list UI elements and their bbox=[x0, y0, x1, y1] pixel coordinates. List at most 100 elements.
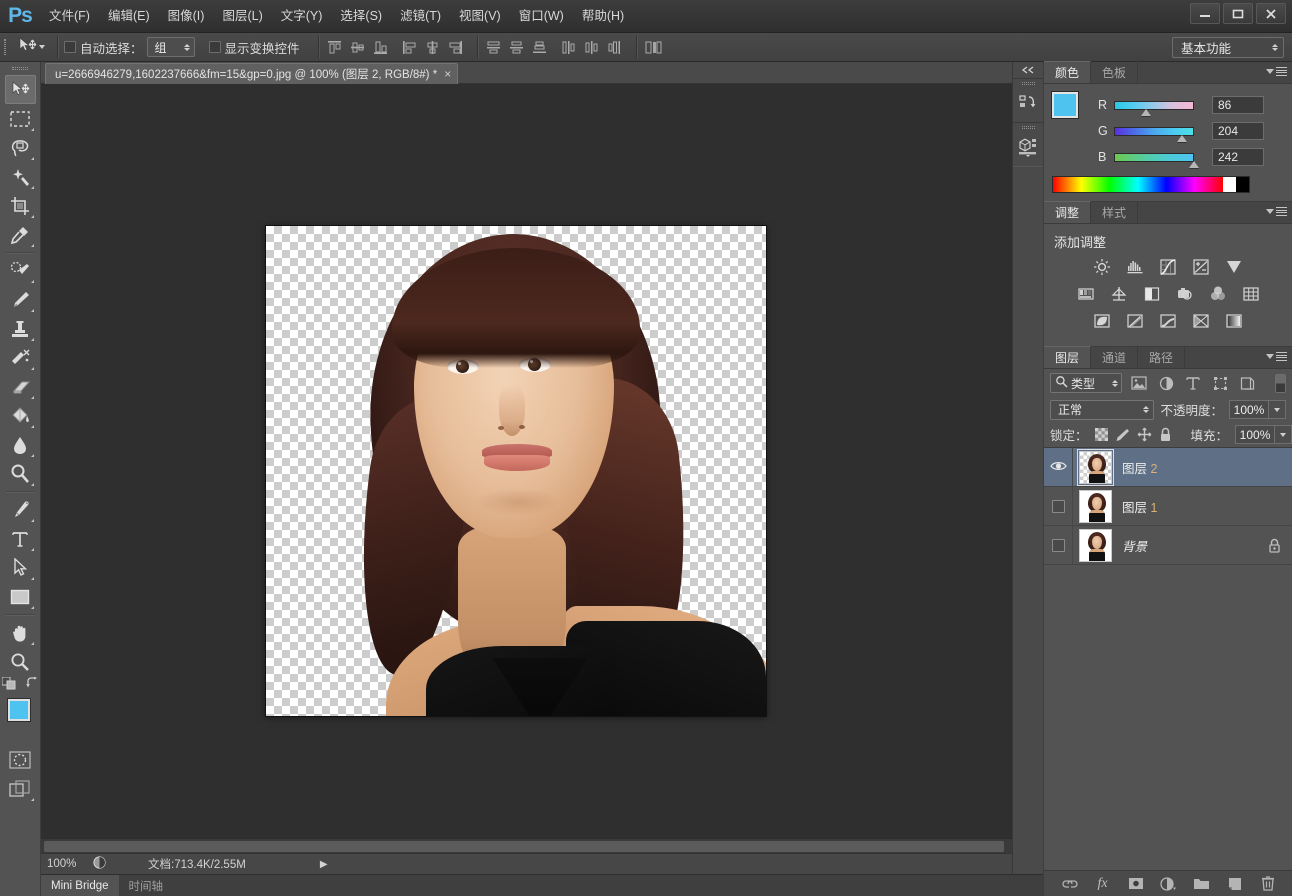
table-row[interactable]: 图层 1 bbox=[1044, 486, 1292, 526]
lock-all-icon[interactable] bbox=[1159, 426, 1172, 443]
filter-pixel-icon[interactable] bbox=[1129, 373, 1149, 393]
panel-menu-icon[interactable] bbox=[1266, 207, 1287, 216]
align-left-edges-icon[interactable] bbox=[400, 38, 419, 57]
vibrance-icon[interactable] bbox=[1224, 257, 1244, 277]
tab-timeline[interactable]: 时间轴 bbox=[119, 875, 174, 896]
table-row[interactable]: 背景 bbox=[1044, 525, 1292, 565]
horizontal-type-tool[interactable] bbox=[5, 524, 36, 553]
filter-type-icon[interactable] bbox=[1183, 373, 1203, 393]
fill-value-field[interactable]: 100% bbox=[1235, 425, 1276, 444]
filter-smart-object-icon[interactable] bbox=[1237, 373, 1257, 393]
delete-layer-icon[interactable] bbox=[1259, 875, 1277, 893]
auto-align-layers-icon[interactable] bbox=[643, 37, 665, 57]
red-slider-thumb[interactable] bbox=[1141, 108, 1151, 116]
layer-visibility-cell[interactable] bbox=[1044, 447, 1073, 487]
document-tab[interactable]: u=2666946279,1602237666&fm=15&gp=0.jpg @… bbox=[45, 63, 459, 84]
layer-filter-kind-dropdown[interactable]: 类型 bbox=[1050, 373, 1122, 393]
green-slider-thumb[interactable] bbox=[1177, 134, 1187, 142]
posterize-icon[interactable] bbox=[1125, 311, 1145, 331]
lasso-tool[interactable] bbox=[5, 133, 36, 162]
green-slider-track[interactable] bbox=[1114, 126, 1194, 142]
tab-swatches[interactable]: 色板 bbox=[1091, 61, 1139, 83]
hue-saturation-icon[interactable] bbox=[1076, 284, 1096, 304]
exposure-icon[interactable] bbox=[1191, 257, 1211, 277]
color-lookup-icon[interactable] bbox=[1241, 284, 1261, 304]
new-layer-icon[interactable] bbox=[1226, 875, 1244, 893]
black-white-icon[interactable] bbox=[1142, 284, 1162, 304]
gradient-map-icon[interactable] bbox=[1224, 311, 1244, 331]
layer-style-fx-icon[interactable]: fx bbox=[1094, 875, 1112, 893]
dodge-tool[interactable] bbox=[5, 459, 36, 488]
new-group-icon[interactable] bbox=[1193, 875, 1211, 893]
eye-icon[interactable] bbox=[1049, 460, 1067, 475]
blend-mode-dropdown[interactable]: 正常 bbox=[1050, 399, 1155, 420]
menu-filter[interactable]: 滤镜(T) bbox=[391, 5, 450, 27]
layer-name[interactable]: 背景 bbox=[1122, 536, 1147, 555]
rectangular-marquee-tool[interactable] bbox=[5, 104, 36, 133]
clone-stamp-tool[interactable] bbox=[5, 314, 36, 343]
menu-select[interactable]: 选择(S) bbox=[331, 5, 391, 27]
align-vertical-centers-icon[interactable] bbox=[348, 38, 367, 57]
color-spectrum-ramp[interactable] bbox=[1052, 176, 1250, 193]
menu-image[interactable]: 图像(I) bbox=[159, 5, 214, 27]
dock-group-grip[interactable] bbox=[1013, 79, 1043, 88]
blue-slider-track[interactable] bbox=[1114, 152, 1199, 168]
blue-slider-thumb[interactable] bbox=[1189, 160, 1199, 168]
brush-tool[interactable] bbox=[5, 285, 36, 314]
photo-filter-icon[interactable] bbox=[1175, 284, 1195, 304]
auto-select-checkbox[interactable] bbox=[64, 41, 76, 53]
levels-icon[interactable] bbox=[1125, 257, 1145, 277]
blur-tool[interactable] bbox=[5, 430, 36, 459]
tab-styles[interactable]: 样式 bbox=[1091, 201, 1139, 223]
history-brush-tool[interactable] bbox=[5, 343, 36, 372]
close-button[interactable] bbox=[1256, 3, 1286, 24]
spot-healing-brush-tool[interactable] bbox=[5, 256, 36, 285]
opacity-value-field[interactable]: 100% bbox=[1229, 400, 1269, 419]
lock-position-icon[interactable] bbox=[1137, 426, 1152, 443]
opacity-slider-chevron-down-icon[interactable] bbox=[1269, 400, 1286, 419]
maximize-button[interactable] bbox=[1223, 3, 1253, 24]
brightness-contrast-icon[interactable] bbox=[1092, 257, 1112, 277]
tool-preset-chevron-down-icon[interactable] bbox=[39, 45, 45, 49]
align-right-edges-icon[interactable] bbox=[446, 38, 465, 57]
current-tool-preview[interactable] bbox=[13, 35, 51, 59]
minimize-button[interactable] bbox=[1190, 3, 1220, 24]
align-bottom-edges-icon[interactable] bbox=[371, 38, 390, 57]
status-expand-arrow-icon[interactable]: ▶ bbox=[320, 859, 328, 870]
lock-image-pixels-icon[interactable] bbox=[1115, 426, 1130, 443]
layer-thumbnail[interactable] bbox=[1079, 489, 1112, 523]
filter-enable-toggle[interactable] bbox=[1275, 373, 1286, 393]
distribute-horizontal-centers-icon[interactable] bbox=[582, 38, 601, 57]
blue-value-field[interactable]: 242 bbox=[1212, 148, 1264, 166]
red-value-field[interactable]: 86 bbox=[1212, 96, 1264, 114]
tools-panel-grip[interactable] bbox=[0, 62, 40, 75]
menu-window[interactable]: 窗口(W) bbox=[510, 5, 573, 27]
panel-menu-icon[interactable] bbox=[1266, 352, 1287, 361]
fill-slider-chevron-down-icon[interactable] bbox=[1275, 425, 1292, 444]
channel-mixer-icon[interactable] bbox=[1208, 284, 1228, 304]
default-colors-icon[interactable] bbox=[1, 676, 16, 693]
tab-paths[interactable]: 路径 bbox=[1138, 346, 1186, 368]
white-swatch[interactable] bbox=[1223, 177, 1236, 192]
curves-icon[interactable] bbox=[1158, 257, 1178, 277]
tab-channels[interactable]: 通道 bbox=[1091, 346, 1139, 368]
canvas-area[interactable] bbox=[41, 84, 1043, 853]
eye-off-icon[interactable] bbox=[1051, 499, 1065, 513]
eye-off-icon[interactable] bbox=[1051, 538, 1065, 552]
hue-ramp[interactable] bbox=[1053, 177, 1223, 192]
auto-select-dropdown[interactable]: 组 bbox=[146, 37, 195, 57]
menu-help[interactable]: 帮助(H) bbox=[573, 5, 633, 27]
foreground-color-swatch[interactable] bbox=[8, 699, 30, 721]
path-selection-tool[interactable] bbox=[5, 553, 36, 582]
tab-mini-bridge[interactable]: Mini Bridge bbox=[41, 874, 119, 896]
color-balance-icon[interactable] bbox=[1109, 284, 1129, 304]
paint-bucket-tool[interactable] bbox=[5, 401, 36, 430]
threshold-icon[interactable] bbox=[1158, 311, 1178, 331]
layer-name[interactable]: 图层 2 bbox=[1122, 458, 1157, 477]
color-panel-foreground-swatch[interactable] bbox=[1052, 92, 1078, 118]
layer-visibility-cell[interactable] bbox=[1044, 486, 1073, 526]
black-swatch[interactable] bbox=[1236, 177, 1249, 192]
menu-layer[interactable]: 图层(L) bbox=[213, 5, 271, 27]
history-icon[interactable] bbox=[1013, 88, 1043, 118]
distribute-bottom-edges-icon[interactable] bbox=[530, 38, 549, 57]
